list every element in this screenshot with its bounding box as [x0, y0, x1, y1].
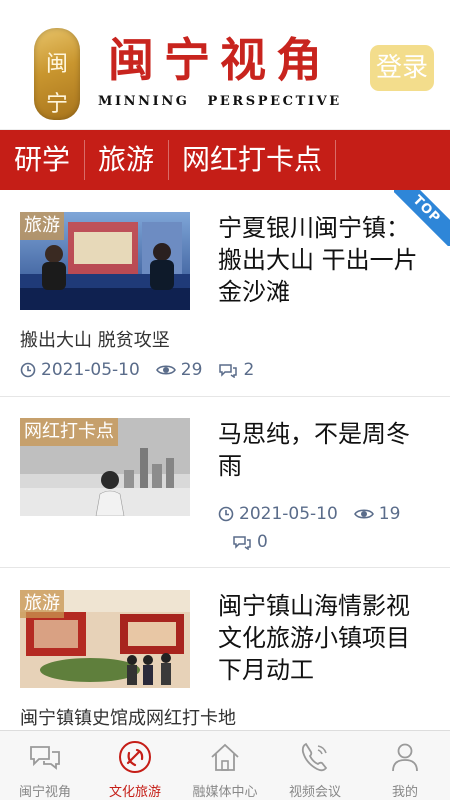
article-card[interactable]: 网红打卡点 马思纯，不是周冬雨 2021-05-10 19 — [0, 397, 450, 568]
nav-label: 文化旅游 — [108, 785, 161, 800]
article-views: 29 — [155, 360, 203, 380]
nav-label: 视频会议 — [288, 785, 341, 800]
eye-icon — [155, 365, 176, 375]
article-title[interactable]: 闽宁镇山海情影视文化旅游小镇项目下月动工 — [218, 590, 432, 686]
article-tag: 旅游 — [20, 212, 64, 240]
chat-bubbles-icon — [30, 746, 60, 770]
article-card[interactable]: 旅游 闽宁镇山海情影视文化旅游小镇项目下月动工 闽宁镇镇史馆成网红打卡地 — [0, 568, 450, 730]
app-subtitle-word-1: MINNING — [98, 94, 190, 109]
article-comments-count: 0 — [257, 532, 268, 552]
article-comments-count: 2 — [243, 360, 255, 380]
eye-icon — [353, 509, 374, 519]
nav-item-mine[interactable]: 我的 — [360, 731, 450, 800]
article-title[interactable]: 宁夏银川闽宁镇：搬出大山 干出一片金沙滩 — [218, 212, 432, 308]
category-tabs: 研学 旅游 网红打卡点 — [0, 130, 450, 190]
article-meta: 2021-05-10 19 — [218, 504, 416, 524]
article-views-count: 29 — [180, 360, 203, 380]
article-tag: 网红打卡点 — [20, 418, 118, 446]
app-title: 闽宁视角 — [108, 33, 332, 87]
article-title[interactable]: 马思纯，不是周冬雨 — [218, 418, 432, 482]
article-tag: 旅游 — [20, 590, 64, 618]
app-subtitle: MINNING PERSPECTIVE — [98, 94, 358, 109]
tab-checkin-spots[interactable]: 网红打卡点 — [168, 130, 337, 190]
article-date-text: 2021-05-10 — [41, 360, 140, 380]
comment-icon — [219, 364, 238, 378]
article-date: 2021-05-10 — [218, 504, 338, 524]
user-icon — [392, 743, 418, 772]
article-views: 19 — [353, 504, 401, 524]
article-views-count: 19 — [378, 504, 401, 524]
nav-label: 我的 — [391, 785, 418, 800]
article-date-text: 2021-05-10 — [239, 504, 338, 524]
article-card[interactable]: TOP 旅游 宁夏银川闽宁镇：搬出大山 干出一片金沙滩 搬出大山 脱贫攻坚 20… — [0, 190, 450, 397]
tab-travel[interactable]: 旅游 — [84, 130, 168, 190]
article-thumbnail[interactable]: 网红打卡点 — [20, 418, 190, 516]
article-comments: 0 — [232, 532, 268, 552]
logo-char-2: 宁 — [45, 92, 68, 117]
nav-item-culture-travel[interactable]: 文化旅游 — [90, 731, 180, 800]
article-thumbnail[interactable]: 旅游 — [20, 212, 190, 310]
clock-icon — [20, 362, 36, 378]
party-emblem-icon — [119, 741, 151, 773]
bottom-nav: 闽宁视角 文化旅游 融媒体中心 视频会议 我的 — [0, 730, 450, 800]
nav-item-minning-perspective[interactable]: 闽宁视角 — [0, 731, 90, 800]
article-feed[interactable]: TOP 旅游 宁夏银川闽宁镇：搬出大山 干出一片金沙滩 搬出大山 脱贫攻坚 20… — [0, 190, 450, 730]
article-comments: 2 — [218, 360, 254, 380]
article-summary: 闽宁镇镇史馆成网红打卡地 — [20, 708, 236, 729]
home-icon — [211, 743, 239, 771]
login-button[interactable]: 登录 — [370, 45, 434, 91]
app-subtitle-word-2: PERSPECTIVE — [207, 94, 342, 109]
phone-icon — [301, 742, 328, 772]
tab-research[interactable]: 研学 — [0, 130, 84, 190]
comment-icon — [233, 536, 251, 550]
article-thumbnail[interactable]: 旅游 — [20, 590, 190, 688]
nav-label: 融媒体中心 — [192, 785, 258, 800]
article-meta: 2021-05-10 29 2 — [20, 360, 270, 380]
logo-seal-icon: 闽 宁 — [34, 28, 80, 120]
logo-char-1: 闽 — [45, 52, 68, 77]
clock-icon — [218, 506, 234, 522]
nav-item-media-center[interactable]: 融媒体中心 — [180, 731, 270, 800]
nav-item-video-meeting[interactable]: 视频会议 — [270, 731, 360, 800]
nav-label: 闽宁视角 — [18, 785, 71, 800]
article-date: 2021-05-10 — [20, 360, 140, 380]
article-summary: 搬出大山 脱贫攻坚 — [20, 330, 170, 351]
app-header: 闽 宁 闽宁视角 MINNING PERSPECTIVE 登录 — [0, 0, 450, 130]
